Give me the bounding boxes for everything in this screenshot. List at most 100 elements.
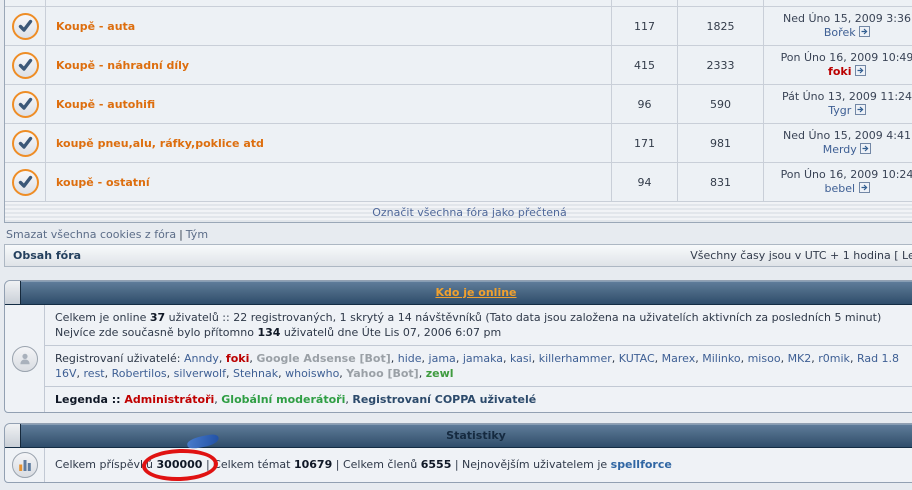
online-icon-cell [5, 305, 45, 412]
legend-row: Legenda :: Administrátoři, Globální mode… [45, 386, 912, 412]
last-post-user-link[interactable]: Bořek [824, 26, 856, 39]
text-segment: , [456, 352, 463, 365]
legend-link[interactable]: Administrátoři [124, 393, 214, 406]
text-segment: , [419, 367, 426, 380]
last-post-date: Ned Úno 15, 2009 4:41 [783, 129, 911, 143]
forum-row: koupě pneu,alu, ráfky,poklice atd 171 98… [5, 124, 912, 163]
statistics-icon-cell [5, 448, 45, 482]
forum-read-check-icon [12, 13, 39, 40]
text-segment: , [532, 352, 539, 365]
user-link[interactable]: zewl [426, 367, 454, 380]
online-summary: Celkem je online 37 uživatelů :: 22 regi… [45, 305, 912, 345]
bot-name: Google Adsense [Bot] [256, 352, 390, 365]
text-segment: , [391, 352, 398, 365]
posts-count: 2333 [678, 46, 764, 84]
person-icon [12, 346, 38, 372]
text-segment: Legenda :: [55, 393, 124, 406]
text-segment: Nejvíce zde současně bylo přítomno [55, 326, 257, 339]
forum-row: Koupě - náhradní díly 415 2333 Pon Úno 1… [5, 46, 912, 85]
forum-link[interactable]: Koupě - auta [56, 20, 135, 33]
user-link[interactable]: MK2 [788, 352, 812, 365]
user-link[interactable]: jama [429, 352, 456, 365]
last-post-date: Pon Úno 16, 2009 10:24 [781, 168, 912, 182]
view-latest-post-icon[interactable] [859, 26, 870, 39]
forum-link[interactable]: Koupě - autohifi [56, 98, 155, 111]
view-latest-post-icon[interactable] [855, 65, 866, 78]
forum-read-check-icon [12, 91, 39, 118]
statistics-panel: Statistiky Celkem příspěvků 300000 | Cel… [4, 423, 912, 483]
last-post-cell: Pát Úno 13, 2009 11:24 Tygr [764, 85, 912, 123]
bot-name: Yahoo [Bot] [346, 367, 418, 380]
user-link[interactable]: hide [398, 352, 422, 365]
view-latest-post-icon[interactable] [859, 182, 870, 195]
link-separator: | [176, 228, 186, 241]
user-link[interactable]: Stehnak [233, 367, 278, 380]
forum-link[interactable]: Koupě - náhradní díly [56, 59, 189, 72]
user-link[interactable]: Milinko [702, 352, 740, 365]
user-link[interactable]: killerhammer [539, 352, 612, 365]
topics-count: 171 [612, 124, 678, 162]
legend-link[interactable]: Globální moderátoři [221, 393, 345, 406]
forum-read-check-icon [12, 169, 39, 196]
text-segment: , [422, 352, 429, 365]
user-link[interactable]: spellforce [611, 458, 672, 471]
topics-count: 415 [612, 46, 678, 84]
user-link[interactable]: Anndy [184, 352, 219, 365]
forum-read-check-icon [12, 52, 39, 79]
user-link[interactable]: foki [226, 352, 249, 365]
forum-link[interactable]: koupě - ostatní [56, 176, 150, 189]
user-link[interactable]: rest [84, 367, 105, 380]
last-post-cell: Ned Úno 15, 2009 4:41 Merdy [764, 124, 912, 162]
text-segment: | Nejnovějším uživatelem je [451, 458, 610, 471]
forum-rows: Koupě - auta 117 1825 Ned Úno 15, 2009 3… [5, 7, 912, 202]
text-segment: , [77, 367, 84, 380]
user-link[interactable]: silverwolf [174, 367, 226, 380]
statistics-header: Statistiky [5, 424, 912, 448]
forum-link[interactable]: koupě pneu,alu, ráfky,poklice atd [56, 137, 264, 150]
team-link[interactable]: Tým [186, 228, 208, 241]
last-post-date: Pát Úno 13, 2009 11:24 [782, 90, 912, 104]
text-segment: , [226, 367, 233, 380]
user-link[interactable]: jamaka [463, 352, 503, 365]
statistics-title: Statistiky [446, 429, 506, 442]
user-link[interactable]: r0mik [818, 352, 850, 365]
user-link[interactable]: Robertilos [112, 367, 167, 380]
text-segment: 300000 [157, 458, 203, 471]
topics-count: 117 [612, 7, 678, 45]
text-segment: , [612, 352, 619, 365]
forum-row: koupě - ostatní 94 831 Pon Úno 16, 2009 … [5, 163, 912, 202]
text-segment: 6555 [421, 458, 452, 471]
text-segment: uživatelů :: 22 registrovaných, 1 skrytý… [165, 311, 881, 324]
user-link[interactable]: kasi [510, 352, 532, 365]
view-latest-post-icon[interactable] [860, 143, 871, 156]
text-segment: , [655, 352, 662, 365]
delete-cookies-link[interactable]: Smazat všechna cookies z fóra [6, 228, 176, 241]
forum-read-check-icon [12, 130, 39, 157]
last-post-date: Pon Úno 16, 2009 10:49 [781, 51, 912, 65]
last-post-user-link[interactable]: foki [828, 65, 851, 78]
text-segment: Registrovaní uživatelé: [55, 352, 184, 365]
view-latest-post-icon[interactable] [855, 104, 866, 117]
user-link[interactable]: Marex [662, 352, 696, 365]
last-post-cell: Pon Úno 16, 2009 10:49 foki [764, 46, 912, 84]
text-segment: 10679 [294, 458, 332, 471]
text-segment: , [850, 352, 857, 365]
mark-read-row: Označit všechna fóra jako přečtená [5, 202, 912, 222]
legend-link[interactable]: Registrovaní COPPA uživatelé [352, 393, 536, 406]
board-index-link[interactable]: Obsah fóra [13, 249, 81, 262]
user-link[interactable]: misoo [748, 352, 781, 365]
mark-all-read-link[interactable]: Označit všechna fóra jako přečtená [372, 206, 567, 219]
who-is-online-header: Kdo je online [5, 281, 912, 305]
last-post-user-link[interactable]: bebel [824, 182, 855, 195]
registered-users: Registrovaní uživatelé: Anndy, foki, Goo… [45, 345, 912, 386]
text-segment: , [219, 352, 226, 365]
user-link[interactable]: whoiswho [285, 367, 339, 380]
text-segment: | Celkem členů [332, 458, 420, 471]
who-is-online-link[interactable]: Kdo je online [435, 286, 516, 299]
table-footer-links: Smazat všechna cookies z fóra|Tým [0, 223, 912, 242]
last-post-user-link[interactable]: Merdy [823, 143, 857, 156]
user-link[interactable]: KUTAC [619, 352, 655, 365]
last-post-user-link[interactable]: Tygr [828, 104, 851, 117]
text-segment: Celkem je online [55, 311, 150, 324]
last-post-date: Ned Úno 15, 2009 3:36 [783, 12, 911, 26]
